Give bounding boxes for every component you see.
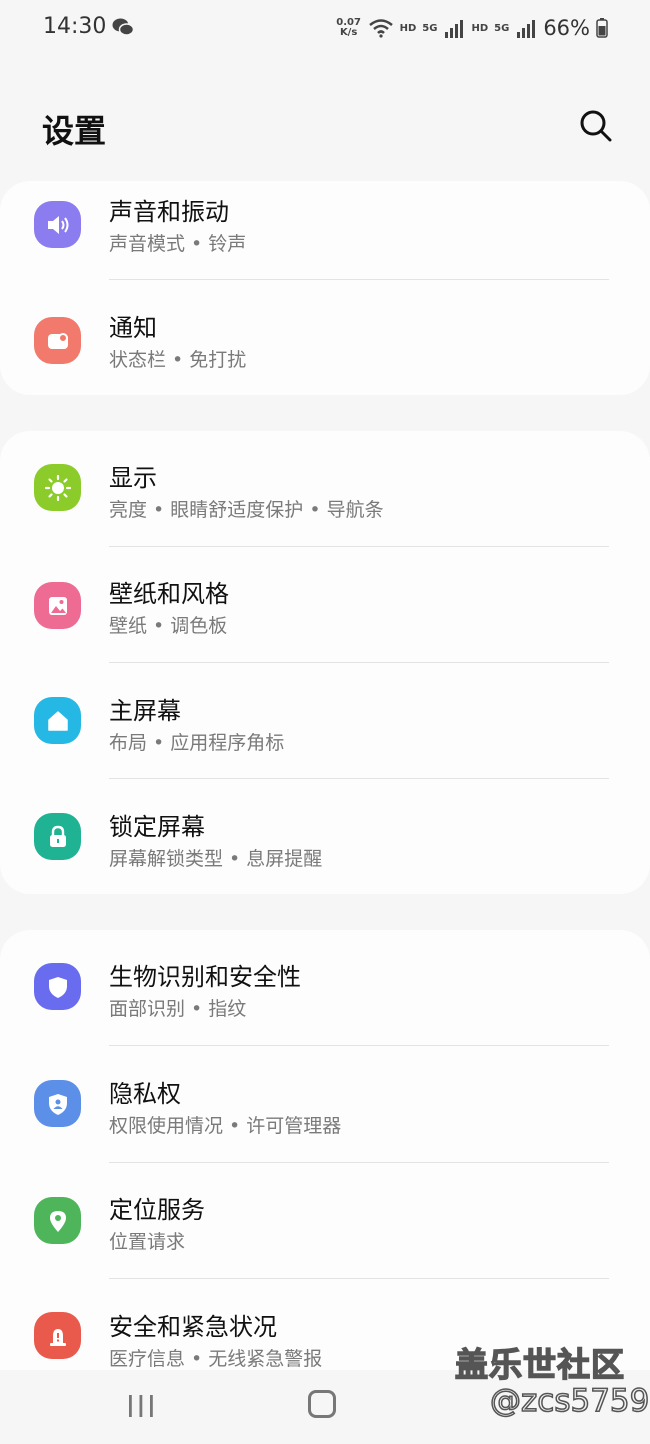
item-title: 声音和振动 — [109, 198, 229, 226]
item-title: 隐私权 — [109, 1080, 181, 1108]
divider — [109, 1278, 609, 1279]
wallpaper-icon — [34, 582, 81, 629]
notification-icon — [34, 317, 81, 364]
network-type-1: 5G — [422, 22, 438, 34]
hd-label-1: HD — [399, 22, 417, 34]
item-title: 锁定屏幕 — [109, 813, 205, 841]
status-time: 14:30 — [43, 14, 107, 39]
network-speed-unit: K/s — [339, 27, 358, 38]
item-subtitle: 屏幕解锁类型 • 息屏提醒 — [109, 848, 323, 870]
settings-item-sound[interactable]: 声音和振动 声音模式 • 铃声 — [0, 166, 650, 282]
home-icon — [34, 697, 81, 744]
brightness-icon — [34, 464, 81, 511]
item-subtitle: 状态栏 • 免打扰 — [109, 349, 247, 371]
emergency-icon — [34, 1312, 81, 1359]
settings-item-lock-screen[interactable]: 锁定屏幕 屏幕解锁类型 • 息屏提醒 — [0, 781, 650, 897]
recent-apps-icon[interactable] — [127, 1392, 155, 1420]
settings-item-display[interactable]: 显示 亮度 • 眼睛舒适度保护 • 导航条 — [0, 432, 650, 548]
lock-icon — [34, 813, 81, 860]
item-subtitle: 权限使用情况 • 许可管理器 — [109, 1115, 342, 1137]
settings-item-privacy[interactable]: 隐私权 权限使用情况 • 许可管理器 — [0, 1048, 650, 1164]
item-title: 主屏幕 — [109, 697, 181, 725]
status-indicators: 0.07 K/s HD 5G HD 5G 66% — [336, 12, 608, 44]
settings-item-home-screen[interactable]: 主屏幕 布局 • 应用程序角标 — [0, 665, 650, 781]
divider — [109, 778, 609, 779]
privacy-shield-icon — [34, 1080, 81, 1127]
watermark-user: @zcs5759 — [489, 1382, 650, 1420]
settings-item-notifications[interactable]: 通知 状态栏 • 免打扰 — [0, 282, 650, 398]
divider — [109, 546, 609, 547]
settings-item-biometrics[interactable]: 生物识别和安全性 面部识别 • 指纹 — [0, 931, 650, 1047]
signal-icon-2 — [517, 20, 536, 38]
wifi-icon — [368, 19, 393, 38]
divider — [109, 279, 609, 280]
page-title: 设置 — [42, 112, 107, 150]
item-subtitle: 声音模式 • 铃声 — [109, 233, 247, 255]
item-subtitle: 医疗信息 • 无线紧急警报 — [109, 1348, 323, 1370]
item-subtitle: 位置请求 — [109, 1231, 186, 1253]
network-speed: 0.07 K/s — [336, 18, 362, 38]
item-title: 壁纸和风格 — [109, 580, 229, 608]
volume-icon — [34, 201, 81, 248]
network-type-2: 5G — [494, 22, 510, 34]
item-subtitle: 布局 • 应用程序角标 — [109, 732, 285, 754]
wechat-icon — [112, 18, 134, 36]
item-title: 生物识别和安全性 — [109, 963, 301, 991]
divider — [109, 1162, 609, 1163]
item-title: 安全和紧急状况 — [109, 1313, 277, 1341]
home-button[interactable] — [308, 1390, 336, 1418]
item-title: 通知 — [109, 314, 157, 342]
settings-item-location[interactable]: 定位服务 位置请求 — [0, 1164, 650, 1280]
shield-icon — [34, 963, 81, 1010]
divider — [109, 662, 609, 663]
watermark-community: 盖乐世社区 — [454, 1344, 625, 1385]
battery-percent: 66% — [543, 16, 590, 40]
divider — [109, 1045, 609, 1046]
settings-item-wallpaper[interactable]: 壁纸和风格 壁纸 • 调色板 — [0, 548, 650, 664]
battery-icon — [596, 18, 608, 38]
signal-icon-1 — [445, 20, 464, 38]
item-title: 定位服务 — [109, 1196, 205, 1224]
search-icon[interactable] — [576, 106, 616, 146]
status-bar: 14:30 0.07 K/s HD 5G HD 5G 66% — [0, 0, 650, 56]
item-subtitle: 壁纸 • 调色板 — [109, 615, 228, 637]
location-pin-icon — [34, 1197, 81, 1244]
item-title: 显示 — [109, 464, 157, 492]
item-subtitle: 亮度 • 眼睛舒适度保护 • 导航条 — [109, 499, 384, 521]
item-subtitle: 面部识别 • 指纹 — [109, 998, 247, 1020]
hd-label-2: HD — [471, 22, 489, 34]
